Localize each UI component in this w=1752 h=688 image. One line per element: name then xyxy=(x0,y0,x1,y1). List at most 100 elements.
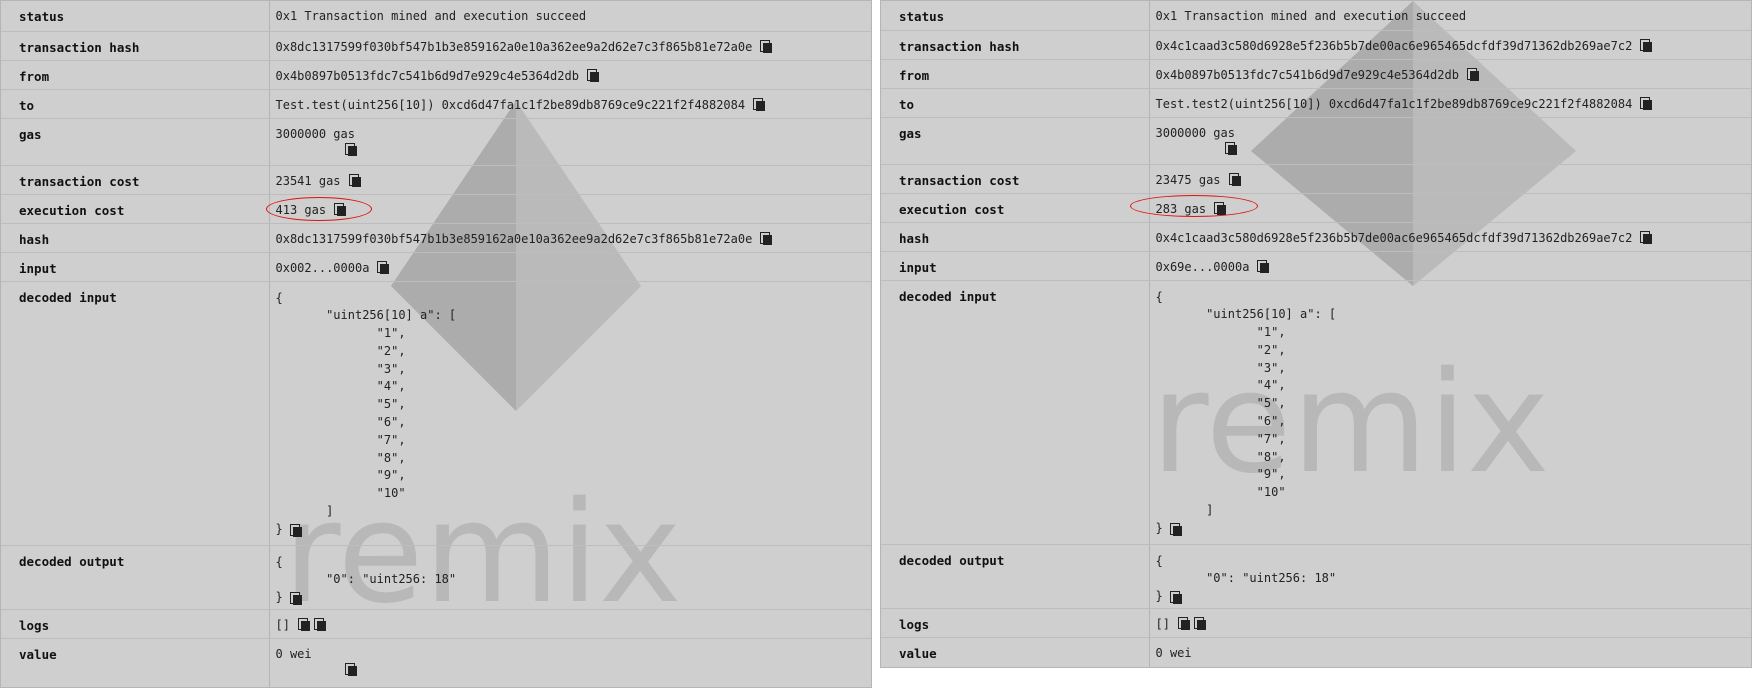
decoded-output-value: { "0": "uint256: 18" } xyxy=(275,554,457,605)
row-status: status 0x1 Transaction mined and executi… xyxy=(1,1,871,32)
to-value: Test.test(uint256[10]) 0xcd6d47fa1c1f2be… xyxy=(275,97,746,112)
status-value: 0x1 Transaction mined and execution succ… xyxy=(275,9,587,23)
row-input: input 0x69e...0000a xyxy=(881,251,1751,281)
row-transaction-cost: transaction cost 23541 gas xyxy=(1,165,871,195)
copy-icon[interactable] xyxy=(1640,38,1653,52)
copy-icon[interactable] xyxy=(1169,590,1182,604)
row-to: to Test.test(uint256[10]) 0xcd6d47fa1c1f… xyxy=(1,89,871,119)
left-transaction-panel: remix status 0x1 Transaction mined and e… xyxy=(0,0,872,688)
to-label: to xyxy=(1,89,270,119)
copy-icon[interactable] xyxy=(760,231,773,245)
row-hash: hash 0x8dc1317599f030bf547b1b3e859162a0e… xyxy=(1,223,871,253)
row-hash: hash 0x4c1caad3c580d6928e5f236b5b7de00ac… xyxy=(881,222,1751,252)
copy-icon[interactable] xyxy=(334,202,347,216)
execution-cost-label: execution cost xyxy=(1,194,270,224)
transaction-details-table: status 0x1 Transaction mined and executi… xyxy=(1,1,871,687)
value-value: 0 wei xyxy=(275,646,312,661)
copy-icon[interactable] xyxy=(1214,201,1227,215)
row-gas: gas 3000000 gas xyxy=(881,117,1751,165)
from-value: 0x4b0897b0513fdc7c541b6d9d7e929c4e5364d2… xyxy=(275,68,579,83)
row-decoded-output: decoded output { "0": "uint256: 18" } xyxy=(1,545,871,610)
decoded-output-label: decoded output xyxy=(1,545,270,610)
transaction-cost-label: transaction cost xyxy=(1,165,270,195)
decoded-output-label: decoded output xyxy=(881,544,1150,609)
logs-value: [] xyxy=(1155,616,1170,631)
from-label: from xyxy=(1,60,270,90)
decoded-input-label: decoded input xyxy=(881,280,1150,545)
copy-icon[interactable] xyxy=(1224,141,1237,155)
decoded-output-value: { "0": "uint256: 18" } xyxy=(1155,553,1337,604)
input-value: 0x002...0000a xyxy=(275,260,370,275)
logs-label: logs xyxy=(881,608,1150,638)
copy-icon[interactable] xyxy=(1257,259,1270,273)
row-from: from 0x4b0897b0513fdc7c541b6d9d7e929c4e5… xyxy=(1,60,871,90)
execution-cost-label: execution cost xyxy=(881,193,1150,223)
from-label: from xyxy=(881,59,1150,89)
decoded-input-value: { "uint256[10] a": [ "1", "2", "3", "4",… xyxy=(275,290,457,536)
logs-label: logs xyxy=(1,609,270,639)
transaction-cost-value: 23541 gas xyxy=(275,173,341,188)
value-label: value xyxy=(1,638,270,687)
execution-cost-value: 283 gas xyxy=(1155,201,1207,216)
to-value: Test.test2(uint256[10]) 0xcd6d47fa1c1f2b… xyxy=(1155,96,1633,111)
transaction-hash-label: transaction hash xyxy=(1,31,270,61)
from-value: 0x4b0897b0513fdc7c541b6d9d7e929c4e5364d2… xyxy=(1155,67,1459,82)
row-decoded-input: decoded input { "uint256[10] a": [ "1", … xyxy=(1,281,871,546)
copy-icon[interactable] xyxy=(1228,172,1241,186)
transaction-hash-value: 0x8dc1317599f030bf547b1b3e859162a0e10a36… xyxy=(275,39,753,54)
copy-icon[interactable] xyxy=(348,173,361,187)
row-transaction-hash: transaction hash 0x4c1caad3c580d6928e5f2… xyxy=(881,30,1751,60)
copy-icon[interactable] xyxy=(1193,616,1206,630)
row-gas: gas 3000000 gas xyxy=(1,118,871,166)
transaction-details-table: status 0x1 Transaction mined and executi… xyxy=(881,1,1751,667)
input-label: input xyxy=(1,252,270,282)
row-transaction-cost: transaction cost 23475 gas xyxy=(881,164,1751,194)
copy-icon[interactable] xyxy=(753,97,766,111)
copy-icon[interactable] xyxy=(1177,616,1190,630)
transaction-hash-value: 0x4c1caad3c580d6928e5f236b5b7de00ac6e965… xyxy=(1155,38,1633,53)
site-watermark-url: https://blog.csdn.net/qq_44423523 xyxy=(1515,667,1744,682)
to-label: to xyxy=(881,88,1150,118)
row-status: status 0x1 Transaction mined and executi… xyxy=(881,1,1751,31)
copy-icon[interactable] xyxy=(297,617,310,631)
input-value: 0x69e...0000a xyxy=(1155,259,1250,274)
row-decoded-input: decoded input { "uint256[10] a": [ "1", … xyxy=(881,280,1751,545)
row-from: from 0x4b0897b0513fdc7c541b6d9d7e929c4e5… xyxy=(881,59,1751,89)
copy-icon[interactable] xyxy=(344,662,357,676)
gas-label: gas xyxy=(881,117,1150,165)
row-input: input 0x002...0000a xyxy=(1,252,871,282)
copy-icon[interactable] xyxy=(313,617,326,631)
copy-icon[interactable] xyxy=(586,68,599,82)
row-to: to Test.test2(uint256[10]) 0xcd6d47fa1c1… xyxy=(881,88,1751,118)
hash-value: 0x4c1caad3c580d6928e5f236b5b7de00ac6e965… xyxy=(1155,230,1633,245)
copy-icon[interactable] xyxy=(289,523,302,537)
copy-icon[interactable] xyxy=(289,591,302,605)
right-transaction-panel: remix status 0x1 Transaction mined and e… xyxy=(880,0,1752,668)
value-label: value xyxy=(881,637,1150,667)
decoded-input-label: decoded input xyxy=(1,281,270,546)
row-value: value 0 wei xyxy=(881,637,1751,667)
copy-icon[interactable] xyxy=(760,39,773,53)
execution-cost-value: 413 gas xyxy=(275,202,327,217)
hash-label: hash xyxy=(1,223,270,253)
copy-icon[interactable] xyxy=(1466,67,1479,81)
transaction-cost-value: 23475 gas xyxy=(1155,172,1221,187)
hash-label: hash xyxy=(881,222,1150,252)
logs-value: [] xyxy=(275,617,290,632)
row-value: value 0 wei xyxy=(1,638,871,687)
copy-icon[interactable] xyxy=(377,260,390,274)
input-label: input xyxy=(881,251,1150,281)
copy-icon[interactable] xyxy=(1640,230,1653,244)
status-label: status xyxy=(881,1,1150,31)
row-execution-cost: execution cost 413 gas xyxy=(1,194,871,224)
copy-icon[interactable] xyxy=(1640,96,1653,110)
row-transaction-hash: transaction hash 0x8dc1317599f030bf547b1… xyxy=(1,31,871,61)
value-value: 0 wei xyxy=(1155,645,1192,660)
row-logs: logs [] xyxy=(881,608,1751,638)
row-decoded-output: decoded output { "0": "uint256: 18" } xyxy=(881,544,1751,609)
decoded-input-value: { "uint256[10] a": [ "1", "2", "3", "4",… xyxy=(1155,289,1337,535)
gas-value: 3000000 gas xyxy=(1155,125,1235,140)
status-label: status xyxy=(1,1,270,32)
copy-icon[interactable] xyxy=(344,142,357,156)
copy-icon[interactable] xyxy=(1169,522,1182,536)
